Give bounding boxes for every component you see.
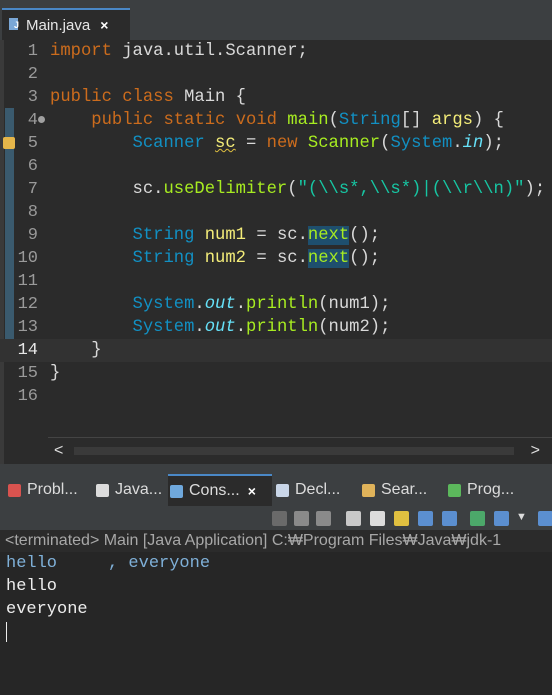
tab-prog[interactable]: Prog...: [446, 474, 538, 506]
line-number: 14: [17, 341, 38, 360]
show-on-stderr-icon[interactable]: [442, 511, 457, 526]
console-output[interactable]: hello , everyone hello everyone: [0, 552, 552, 695]
horizontal-scrollbar[interactable]: < >: [48, 437, 552, 463]
code-line[interactable]: 9 String num1 = sc.next();: [0, 224, 552, 247]
code-line[interactable]: 8: [0, 201, 552, 224]
tab-main-java[interactable]: Main.java ×: [2, 8, 130, 40]
terminate-icon[interactable]: [272, 511, 287, 526]
tab-label: Java...: [115, 481, 163, 498]
code-text: public static void main(String[] args) {: [91, 111, 504, 130]
javadoc-icon: [96, 483, 109, 497]
line-number: 3: [27, 88, 38, 107]
console-output-line: everyone: [6, 600, 88, 619]
tab-cons[interactable]: Cons... ×: [168, 474, 272, 506]
close-icon[interactable]: ×: [248, 483, 256, 499]
code-line[interactable]: 4 public static void main(String[] args)…: [0, 109, 552, 132]
remove-launch-icon[interactable]: [294, 511, 309, 526]
show-on-stdout-icon[interactable]: [418, 511, 433, 526]
code-line[interactable]: 14 }: [0, 339, 552, 362]
progress-icon: [448, 483, 461, 497]
line-number: 2: [27, 65, 38, 84]
new-console-icon[interactable]: [538, 511, 552, 526]
word-wrap-icon[interactable]: [394, 511, 409, 526]
tab-label: Prog...: [467, 481, 515, 498]
console-tab-bar: Probl... Java... Cons... × Decl... Sear... Pro…: [0, 474, 552, 506]
code-line[interactable]: 3 public class Main {: [0, 86, 552, 109]
line-number: 15: [17, 364, 38, 383]
line-number: 9: [27, 226, 38, 245]
code-text: String num1 = sc.next();: [132, 226, 381, 245]
code-line[interactable]: 13 System.out.println(num2);: [0, 316, 552, 339]
clear-console-icon[interactable]: [346, 511, 361, 526]
search-icon: [362, 483, 375, 497]
console-toolbar: ▼: [0, 506, 552, 530]
code-text: }: [50, 341, 102, 360]
code-editor[interactable]: 1 import java.util.Scanner; 2 3 public class…: [0, 40, 552, 464]
declaration-icon: [276, 483, 289, 497]
code-line[interactable]: 12 System.out.println(num1);: [0, 293, 552, 316]
line-number: 4: [27, 111, 38, 130]
code-line[interactable]: 1 import java.util.Scanner;: [0, 40, 552, 63]
editor-tab-bar: Main.java ×: [0, 0, 552, 40]
code-text: import java.util.Scanner;: [50, 42, 308, 61]
code-text: Scanner sc = new Scanner(System.in);: [132, 134, 504, 153]
close-icon[interactable]: ×: [100, 17, 108, 33]
code-text: sc.useDelimiter("(\\s*,\\s*)|(\\r\\n)");: [50, 180, 546, 199]
scroll-right-icon[interactable]: >: [531, 442, 540, 460]
code-text: System.out.println(num2);: [132, 318, 391, 337]
console-status: <terminated> Main [Java Application] C:₩…: [0, 530, 552, 552]
line-number: 1: [27, 42, 38, 61]
scroll-left-icon[interactable]: <: [54, 442, 63, 460]
code-line[interactable]: 16: [0, 385, 552, 408]
code-text: System.out.println(num1);: [132, 295, 391, 314]
code-line[interactable]: 7 sc.useDelimiter("(\\s*,\\s*)|(\\r\\n)"…: [0, 178, 552, 201]
remove-all-icon[interactable]: [316, 511, 331, 526]
scroll-lock-icon[interactable]: [370, 511, 385, 526]
code-line[interactable]: 2: [0, 63, 552, 86]
tab-label: Probl...: [27, 481, 78, 498]
problems-icon: [8, 483, 21, 497]
pin-console-icon[interactable]: [470, 511, 485, 526]
line-number: 16: [17, 387, 38, 406]
tab-label: Decl...: [295, 481, 341, 498]
fold-toggle-icon[interactable]: [38, 116, 45, 123]
line-number: 12: [17, 295, 38, 314]
code-text: String num2 = sc.next();: [132, 249, 381, 268]
code-line[interactable]: 5 Scanner sc = new Scanner(System.in);: [0, 132, 552, 155]
scrollbar-thumb[interactable]: [74, 447, 514, 455]
tab-label: Sear...: [381, 481, 428, 498]
console-output-line: hello: [6, 577, 58, 596]
line-number: 6: [27, 157, 38, 176]
line-number: 7: [27, 180, 38, 199]
tab-label: Main.java: [26, 16, 91, 34]
code-text: public class Main {: [50, 88, 246, 107]
console-input-line: hello , everyone: [6, 554, 211, 573]
line-number: 5: [27, 134, 38, 153]
code-line[interactable]: 6: [0, 155, 552, 178]
tab-probl[interactable]: Probl...: [6, 474, 88, 506]
code-line[interactable]: 10 String num2 = sc.next();: [0, 247, 552, 270]
code-text: }: [50, 364, 61, 383]
display-console-icon[interactable]: [494, 511, 509, 526]
line-number: 11: [17, 272, 38, 291]
java-file-icon: [8, 18, 22, 32]
chevron-down-icon[interactable]: ▼: [516, 511, 527, 526]
line-number: 10: [17, 249, 38, 268]
tab-decl[interactable]: Decl...: [274, 474, 358, 506]
console-icon: [170, 484, 183, 498]
line-number: 13: [17, 318, 38, 337]
tab-label: Cons...: [189, 482, 240, 499]
line-number: 8: [27, 203, 38, 222]
tab-sear[interactable]: Sear...: [360, 474, 444, 506]
pane-separator[interactable]: [0, 464, 552, 474]
code-line[interactable]: 15}: [0, 362, 552, 385]
text-caret: [6, 622, 7, 642]
warning-icon[interactable]: [3, 137, 15, 149]
tab-java[interactable]: Java...: [94, 474, 166, 506]
code-line[interactable]: 11: [0, 270, 552, 293]
